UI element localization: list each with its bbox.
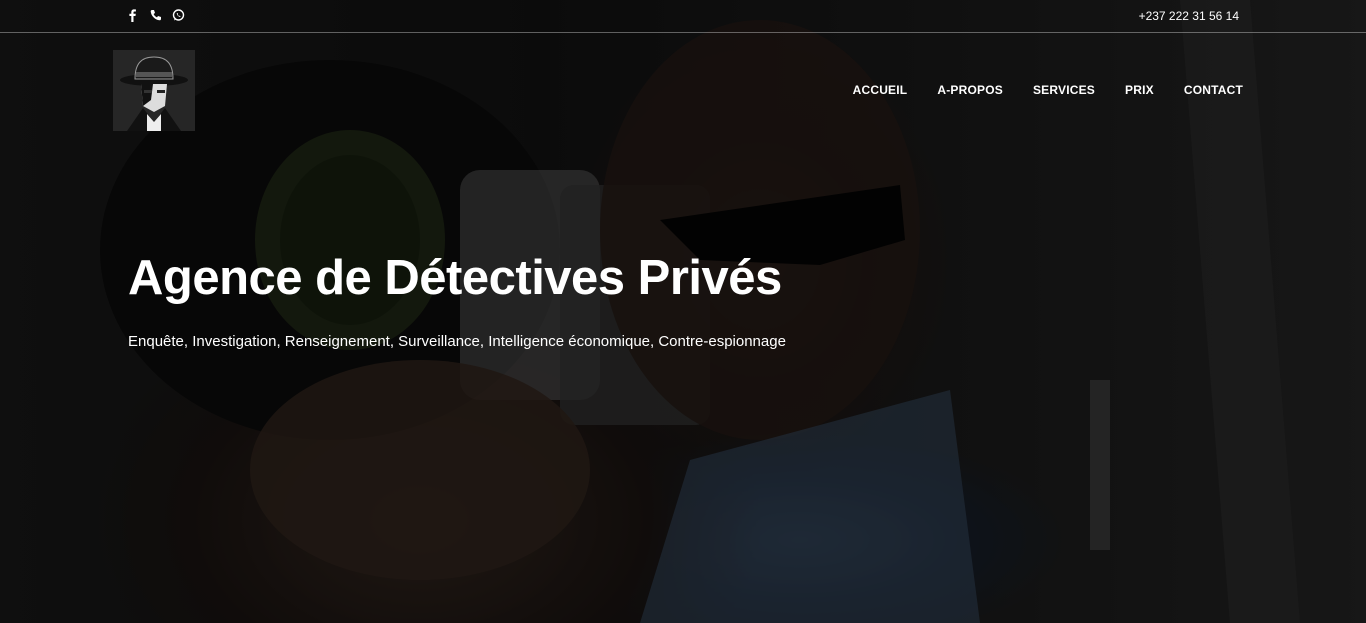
- whatsapp-icon[interactable]: [172, 8, 185, 22]
- facebook-icon[interactable]: [126, 8, 139, 22]
- topbar-phone-number[interactable]: +237 222 31 56 14: [1139, 9, 1239, 23]
- phone-icon[interactable]: [149, 8, 162, 22]
- hero-title: Agence de Détectives Privés: [128, 251, 782, 305]
- site-logo[interactable]: [113, 50, 195, 131]
- top-bar: +237 222 31 56 14: [0, 0, 1366, 33]
- detective-logo-icon: [113, 50, 195, 131]
- hero-subtitle: Enquête, Investigation, Renseignement, S…: [128, 333, 786, 350]
- social-links: [126, 8, 185, 22]
- nav-contact[interactable]: CONTACT: [1184, 83, 1243, 97]
- nav-prix[interactable]: PRIX: [1125, 83, 1154, 97]
- nav-accueil[interactable]: ACCUEIL: [853, 83, 908, 97]
- main-navigation: ACCUEIL A-PROPOS SERVICES PRIX CONTACT: [853, 83, 1243, 97]
- nav-services[interactable]: SERVICES: [1033, 83, 1095, 97]
- nav-a-propos[interactable]: A-PROPOS: [937, 83, 1003, 97]
